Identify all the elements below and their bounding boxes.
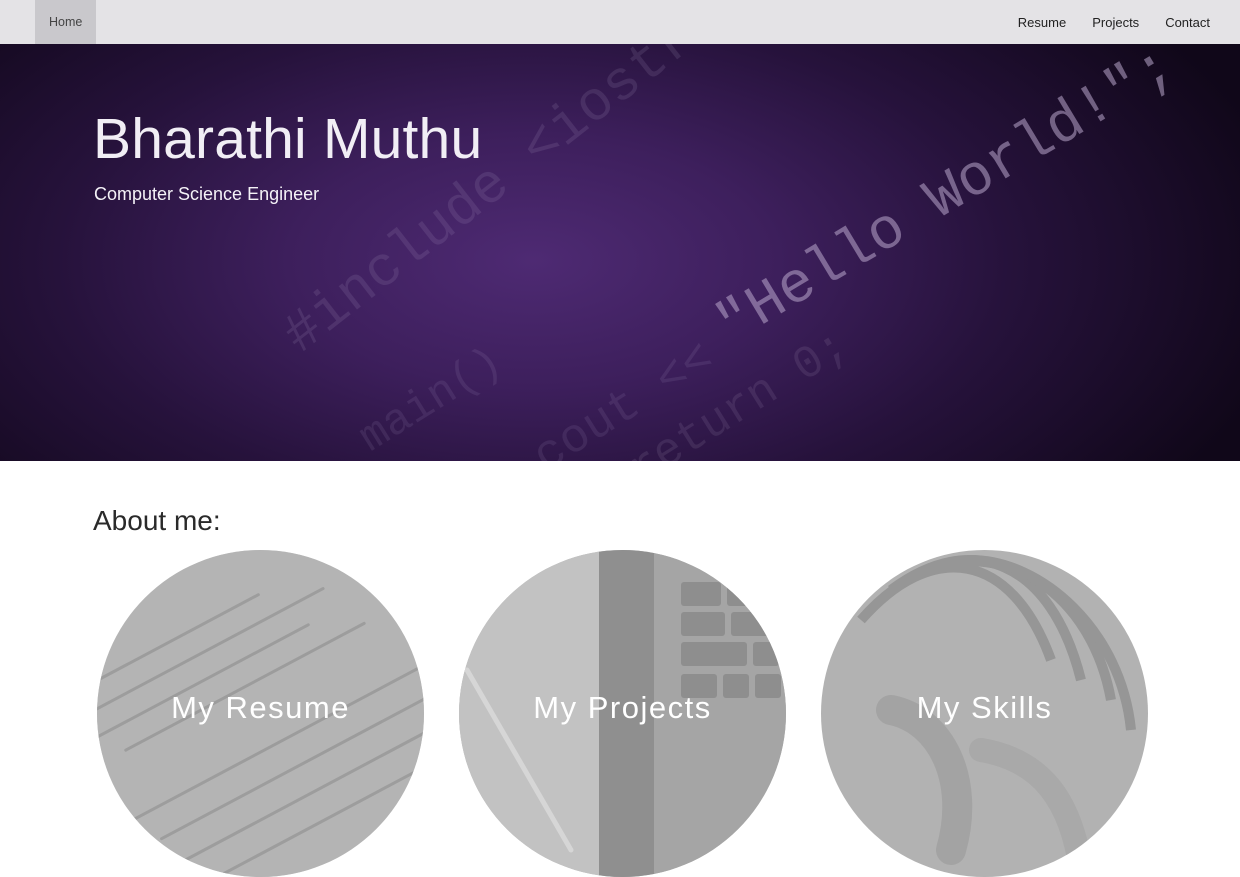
- top-navbar: Home Resume Projects Contact: [0, 0, 1240, 44]
- nav-projects-link[interactable]: Projects: [1079, 0, 1152, 44]
- skills-card[interactable]: My Skills: [821, 550, 1148, 877]
- hero-subtitle: Computer Science Engineer: [94, 184, 320, 204]
- projects-card[interactable]: My Projects: [459, 550, 786, 877]
- nav-resume-link[interactable]: Resume: [1005, 0, 1079, 44]
- resume-card[interactable]: My Resume: [97, 550, 424, 877]
- hero-title: Bharathi Muthu: [93, 107, 483, 171]
- projects-card-label: My Projects: [533, 690, 712, 725]
- skills-card-label: My Skills: [916, 690, 1053, 725]
- nav-home-link[interactable]: Home: [35, 0, 97, 44]
- resume-card-label: My Resume: [171, 690, 350, 725]
- hero-code-main: main(): [351, 338, 512, 461]
- hero-banner: "Hello World!"; #include <iostream> main…: [0, 44, 1240, 461]
- nav-left-group: Home: [0, 0, 97, 44]
- about-heading: About me:: [93, 505, 221, 536]
- hero-code-hello: "Hello World!";: [706, 44, 1187, 359]
- nav-contact-link[interactable]: Contact: [1152, 0, 1223, 44]
- nav-right-group: Resume Projects Contact: [1005, 0, 1240, 44]
